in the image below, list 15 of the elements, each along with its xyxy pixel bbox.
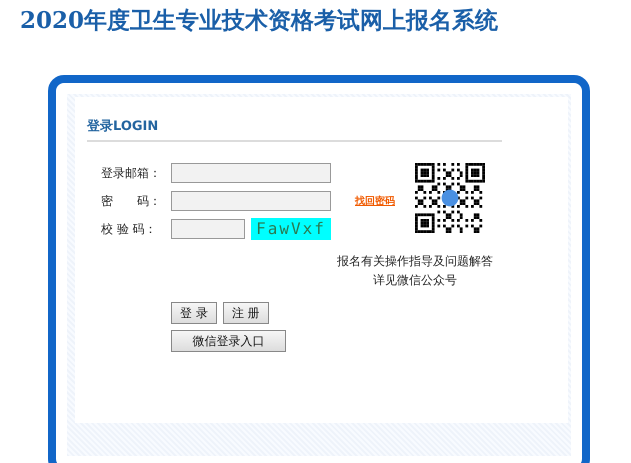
- wechat-login-button[interactable]: 微信登录入口: [171, 330, 286, 352]
- input-field[interactable]: [171, 163, 331, 183]
- field-label: 登录邮箱：: [101, 164, 162, 182]
- info-text: 详见微信公众号: [373, 272, 457, 289]
- info-text: 报名有关操作指导及问题解答: [337, 253, 493, 270]
- field-label: 密 码：: [101, 192, 162, 210]
- qr-code-icon: [415, 163, 485, 233]
- input-field[interactable]: [171, 191, 331, 211]
- login-heading: 登录LOGIN: [87, 117, 502, 142]
- page-title: 2020年度卫生专业技术资格考试网上报名系统: [19, 6, 500, 36]
- form-button[interactable]: 注 册: [222, 302, 269, 324]
- input-field[interactable]: [171, 219, 245, 239]
- field-label: 校 验 码：: [101, 220, 158, 238]
- captcha-image: FawVxf: [251, 218, 331, 240]
- form-button[interactable]: 登 录: [171, 302, 217, 324]
